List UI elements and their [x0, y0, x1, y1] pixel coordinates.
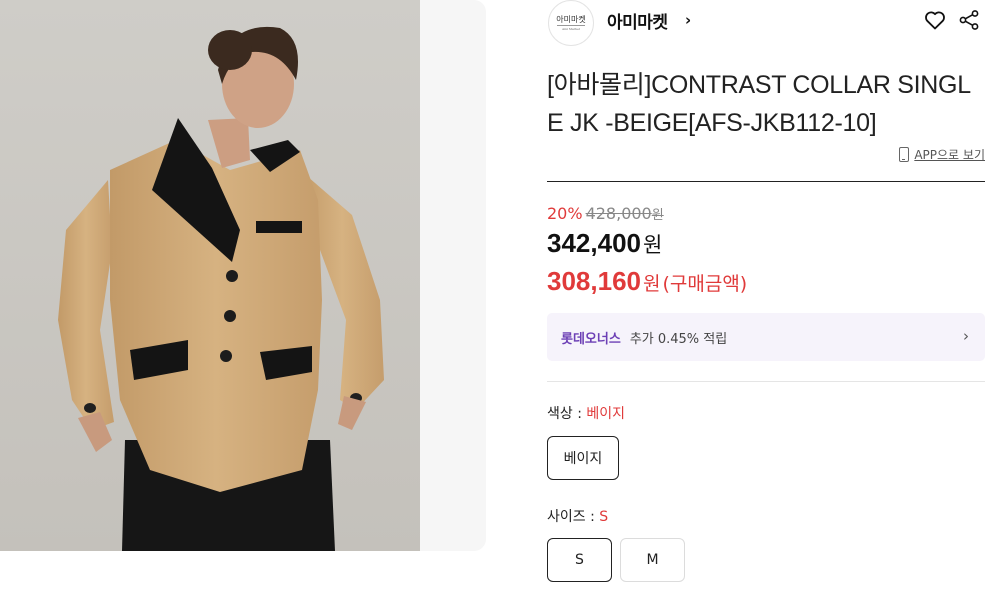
size-option-s[interactable]: S	[547, 538, 612, 582]
store-logo[interactable]: 아미마켓 Ami Market	[548, 0, 594, 46]
sale-price: 342,400	[547, 228, 641, 258]
points-divider	[547, 381, 985, 382]
size-option-label: 사이즈 : S	[547, 506, 608, 526]
product-photo	[0, 0, 420, 551]
store-name-link[interactable]: 아미마켓	[607, 8, 668, 33]
product-title: [아바몰리]CONTRAST COLLAR SINGLE JK -BEIGE[A…	[547, 71, 971, 137]
buy-price: 308,160	[547, 266, 641, 296]
points-text: 추가 0.45% 적립	[629, 331, 728, 347]
points-brand: 롯데오너스	[561, 331, 621, 347]
app-view-label: APP으로 보기	[914, 148, 985, 162]
buy-currency: 원	[642, 273, 661, 295]
buy-price-note: (구매금액)	[662, 273, 748, 295]
store-header: 아미마켓 Ami Market 아미마켓 ›	[547, 0, 985, 46]
store-logo-rule	[557, 25, 585, 26]
lotte-points-banner[interactable]: 롯데오너스 추가 0.45% 적립 ›	[547, 313, 985, 361]
app-view-link[interactable]: APP으로 보기	[899, 146, 985, 163]
product-image-area[interactable]	[0, 0, 486, 551]
color-option-label: 색상 : 베이지	[547, 403, 625, 423]
original-price: 428,000	[585, 204, 652, 223]
color-option-beige[interactable]: 베이지	[547, 436, 619, 480]
size-option-m[interactable]: M	[620, 538, 685, 582]
color-label-text: 색상 :	[547, 406, 587, 422]
store-logo-subtext: Ami Market	[561, 27, 581, 31]
buy-price-row: 308,160 원 (구매금액)	[547, 266, 747, 297]
size-selected-value: S	[599, 509, 609, 525]
share-icon[interactable]	[958, 9, 980, 31]
discount-rate: 20%	[547, 204, 583, 223]
store-logo-text: 아미마켓	[556, 15, 586, 24]
size-label-text: 사이즈 :	[547, 509, 600, 525]
phone-icon	[899, 147, 910, 162]
sale-price-row: 342,400원	[547, 228, 662, 259]
chevron-right-icon: ›	[963, 327, 969, 345]
heart-icon[interactable]	[923, 8, 947, 32]
sale-currency: 원	[642, 233, 663, 257]
chevron-right-icon[interactable]: ›	[685, 11, 691, 29]
title-divider	[547, 181, 985, 182]
product-info-panel: 아미마켓 Ami Market 아미마켓 › [아바몰리]CONTRAST CO…	[547, 0, 985, 590]
discount-row: 20% 428,000원	[547, 204, 664, 223]
color-selected-value: 베이지	[586, 406, 626, 422]
original-currency: 원	[651, 208, 664, 223]
